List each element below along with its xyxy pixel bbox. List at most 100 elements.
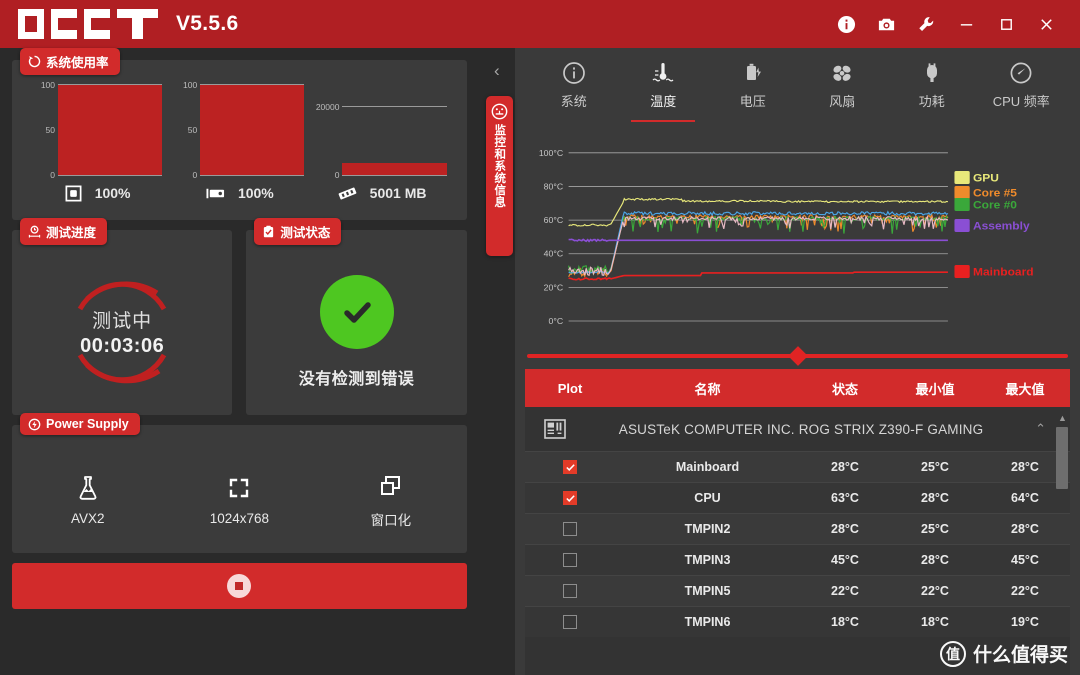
- axis-bottom: 0: [334, 170, 340, 180]
- legend-swatch: [954, 265, 970, 278]
- test-status-badge-label: 测试状态: [280, 226, 331, 240]
- resolution-icon: [230, 478, 249, 498]
- system-usage-badge-label: 系统使用率: [46, 56, 109, 70]
- app-version: V5.5.6: [176, 12, 239, 35]
- table-row: CPU 63°C 28°C 64°C: [525, 482, 1070, 513]
- sensor-min-value: 22°C: [921, 584, 949, 598]
- thermometer-icon: [652, 63, 674, 82]
- timeline-slider[interactable]: [527, 343, 1068, 369]
- sensor-min-value: 28°C: [921, 553, 949, 567]
- tab-power-label: 功耗: [918, 94, 945, 109]
- info-icon[interactable]: [826, 7, 866, 41]
- plot-checkbox[interactable]: [563, 460, 577, 474]
- monitoring-panel: 系统 温度 电压 风扇 功耗 CPU 频率 0°C 20°C 40°C 60°C…: [515, 48, 1080, 675]
- sensor-current-value: 18°C: [831, 615, 859, 629]
- plot-checkbox-cell: [525, 522, 615, 536]
- tab-cpu-frequency[interactable]: CPU 频率: [977, 60, 1067, 122]
- table-row: Mainboard 28°C 25°C 28°C: [525, 451, 1070, 482]
- sensor-table-header: Plot 名称 状态 最小值 最大值: [525, 369, 1070, 407]
- legend-swatch: [954, 198, 970, 211]
- axis-mid: 50: [187, 125, 198, 135]
- refresh-icon: [28, 55, 41, 68]
- legend-label: Core #0: [973, 200, 1017, 211]
- flask-icon: [79, 476, 97, 500]
- sensor-group-row[interactable]: ASUSTeK COMPUTER INC. ROG STRIX Z390-F G…: [525, 407, 1070, 451]
- axis-top: 100: [40, 80, 55, 90]
- plot-checkbox[interactable]: [563, 584, 577, 598]
- sensor-group-name: ASUSTeK COMPUTER INC. ROG STRIX Z390-F G…: [618, 421, 984, 437]
- plug-icon: [926, 63, 937, 82]
- ram-icon: [338, 187, 357, 199]
- chart-y-tick-label: 80°C: [544, 182, 563, 192]
- sensor-current-value: 22°C: [831, 584, 859, 598]
- plot-checkbox[interactable]: [563, 553, 577, 567]
- plot-checkbox[interactable]: [563, 615, 577, 629]
- sensor-min-value: 28°C: [921, 491, 949, 505]
- sensor-name: TMPIN3: [684, 553, 731, 567]
- timeline-slider-handle[interactable]: [787, 346, 808, 366]
- main-body: 系统使用率 100 50 0 100% 100 50 0 100% 20000 …: [0, 48, 1080, 675]
- ram-usage-value: 5001 MB: [369, 185, 427, 201]
- stop-test-button[interactable]: [12, 563, 467, 609]
- scroll-up-arrow-icon[interactable]: ▲: [1058, 413, 1067, 423]
- sensor-name: TMPIN5: [684, 584, 731, 598]
- option-window-mode[interactable]: 窗口化: [315, 472, 467, 529]
- close-icon[interactable]: [1026, 7, 1066, 41]
- gpu-gauge-axis: 100 50 0: [174, 80, 200, 180]
- plot-checkbox[interactable]: [563, 491, 577, 505]
- tab-temperature[interactable]: 温度: [619, 60, 709, 122]
- table-scrollbar-thumb[interactable]: [1056, 427, 1068, 489]
- cpu-gauge-plot: [58, 84, 163, 176]
- tab-power[interactable]: 功耗: [887, 60, 977, 122]
- plot-checkbox-cell: [525, 460, 615, 474]
- plot-checkbox[interactable]: [563, 522, 577, 536]
- header-max: 最大值: [1005, 381, 1045, 397]
- title-bar: V5.5.6: [0, 0, 1080, 48]
- tab-voltage-label: 电压: [739, 94, 766, 109]
- test-state-label: 测试中: [92, 310, 153, 332]
- usage-gauge-gpu: 100 50 0 100%: [168, 80, 310, 210]
- gpu-icon: [206, 188, 224, 198]
- gpu-usage-readout: 100%: [174, 176, 304, 210]
- legend-swatch: [954, 171, 970, 184]
- progress-status-row: 测试进度 测试中 00:03:06 测试状态 没有检测到错误: [12, 218, 467, 415]
- table-scrollbar[interactable]: ▲: [1056, 413, 1068, 671]
- power-bolt-icon: [28, 418, 41, 430]
- cpu-icon: [65, 185, 82, 201]
- sensor-name: CPU: [694, 491, 721, 505]
- test-progress-spinner: 测试中 00:03:06: [12, 248, 232, 415]
- sensor-name: Mainboard: [675, 460, 740, 474]
- sensor-min-value: 25°C: [921, 522, 949, 536]
- collapse-panel-button[interactable]: ‹: [494, 62, 500, 79]
- chevron-up-icon[interactable]: ⌃: [1035, 421, 1046, 437]
- wrench-icon[interactable]: [906, 7, 946, 41]
- plot-checkbox-cell: [525, 615, 615, 629]
- legend-swatch: [954, 219, 970, 232]
- window-icon: [380, 475, 400, 495]
- test-progress-badge: 测试进度: [20, 218, 108, 245]
- speedometer-icon: [1010, 62, 1032, 84]
- monitoring-vertical-tab[interactable]: 监控和系统信息: [485, 96, 513, 256]
- tab-voltage[interactable]: 电压: [708, 60, 798, 122]
- gauge-icon: [491, 103, 508, 120]
- option-resolution[interactable]: 1024x768: [164, 474, 316, 526]
- tab-system[interactable]: 系统: [529, 60, 619, 122]
- minimize-icon[interactable]: [946, 7, 986, 41]
- temperature-chart-svg: 0°C 20°C 40°C 60°C 80°C 100°C GPU Core #5Core #…: [539, 148, 1034, 326]
- sensor-table-body: ASUSTeK COMPUTER INC. ROG STRIX Z390-F G…: [525, 407, 1070, 675]
- plot-checkbox-cell: [525, 491, 615, 505]
- success-check-icon: [319, 274, 394, 349]
- axis-bottom: 0: [192, 170, 198, 180]
- ram-usage-readout: 5001 MB: [316, 176, 446, 210]
- option-instruction-set[interactable]: AVX2: [12, 474, 164, 526]
- monitoring-vertical-tab-label: 监控和系统信息: [493, 124, 506, 208]
- tab-fan-label: 风扇: [829, 94, 856, 109]
- table-row: TMPIN5 22°C 22°C 22°C: [525, 575, 1070, 606]
- monitor-tab-bar: 系统 温度 电压 风扇 功耗 CPU 频率: [515, 48, 1080, 122]
- battery-bolt-icon: [746, 63, 761, 80]
- chart-y-tick-label: 60°C: [544, 215, 563, 225]
- tab-fan[interactable]: 风扇: [798, 60, 888, 122]
- cpu-usage-readout: 100%: [32, 176, 162, 210]
- maximize-icon[interactable]: [986, 7, 1026, 41]
- camera-icon[interactable]: [866, 7, 906, 41]
